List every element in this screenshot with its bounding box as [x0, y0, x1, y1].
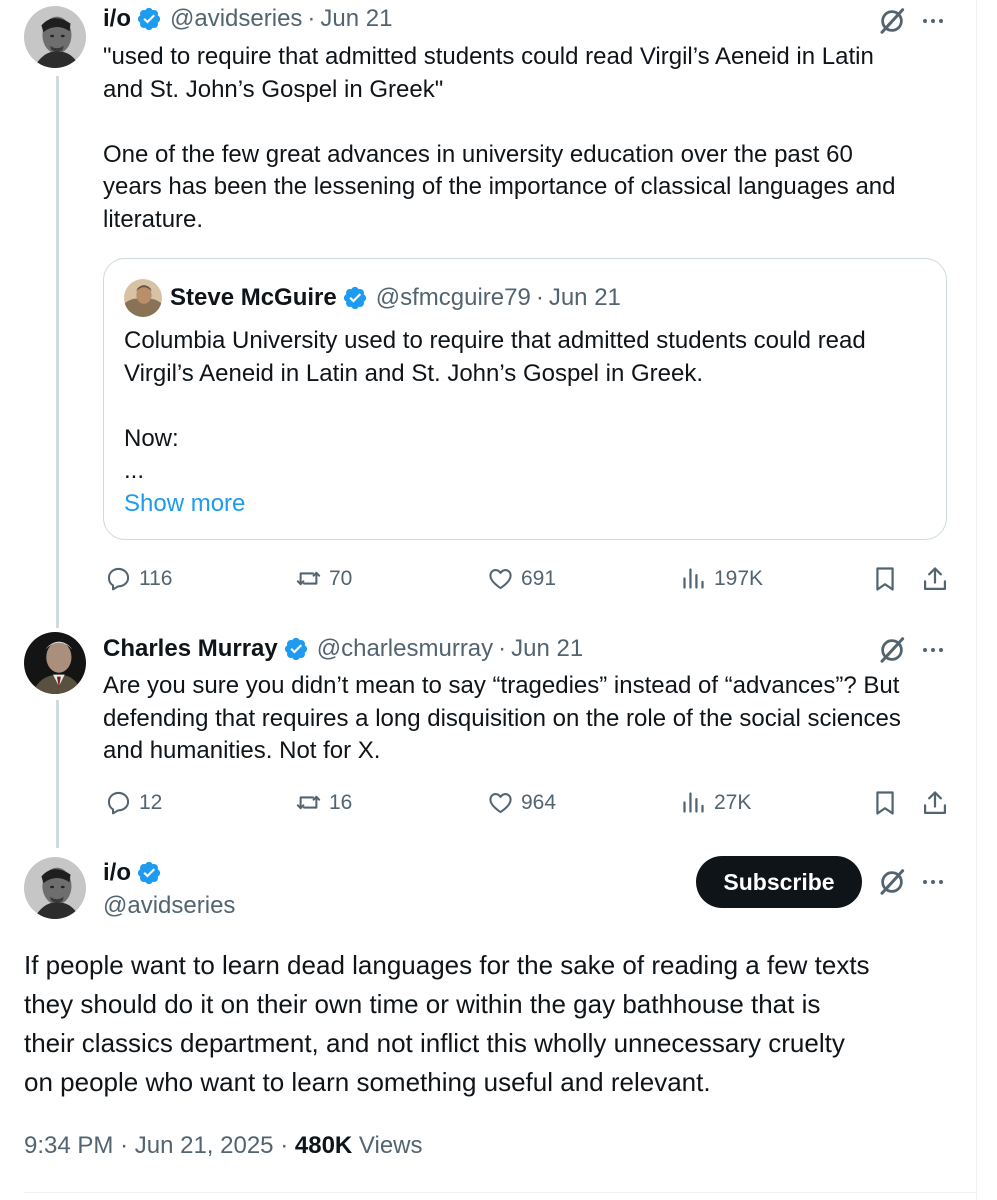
separator: ·	[307, 5, 316, 32]
tweet-text: "used to require that admitted students …	[103, 43, 896, 233]
like-count: 691	[521, 566, 557, 590]
verified-badge-icon	[283, 636, 309, 662]
like-icon	[487, 789, 514, 816]
views-button[interactable]: 197K	[680, 565, 763, 592]
more-icon[interactable]	[918, 867, 948, 897]
views-count: 480K	[294, 1132, 353, 1159]
reply-button[interactable]: 12	[105, 789, 162, 816]
separator: ·	[280, 1132, 289, 1159]
tweet-text: Are you sure you didn’t mean to say “tra…	[103, 672, 901, 764]
quote-header: Steve McGuire @sfmcguire79 · Jun 21	[170, 283, 621, 313]
tweet-meta: 9:34 PM · Jun 21, 2025 · 480K Views	[24, 1128, 423, 1164]
tweet-date[interactable]: Jun 21	[320, 4, 392, 34]
separator: ·	[120, 1132, 129, 1159]
share-button[interactable]	[920, 788, 950, 818]
views-label: Views	[358, 1132, 423, 1159]
share-button[interactable]	[920, 564, 950, 594]
divider	[24, 1192, 976, 1193]
grok-icon[interactable]	[876, 634, 908, 666]
repost-button[interactable]: 16	[295, 789, 352, 816]
share-icon	[921, 565, 949, 593]
more-icon[interactable]	[918, 635, 948, 665]
bookmark-button[interactable]	[870, 564, 900, 594]
repost-button[interactable]: 70	[295, 565, 352, 592]
display-name[interactable]: Charles Murray	[103, 634, 278, 664]
user-handle[interactable]: @avidseries	[170, 4, 302, 34]
avatar[interactable]	[24, 6, 86, 68]
display-name[interactable]: i/o	[103, 858, 131, 888]
separator: ·	[535, 284, 544, 311]
quote-text: Columbia University used to require that…	[124, 327, 866, 484]
reply-icon	[105, 565, 132, 592]
repost-count: 16	[329, 790, 353, 814]
tweet-time[interactable]: 9:34 PM	[24, 1132, 113, 1159]
views-button[interactable]: 27K	[680, 789, 751, 816]
verified-badge-icon	[136, 860, 162, 886]
tweet-header: i/o @avidseries · Jun 21	[103, 4, 392, 34]
bookmark-button[interactable]	[870, 788, 900, 818]
bookmark-icon	[871, 789, 899, 817]
like-button[interactable]: 691	[487, 565, 556, 592]
quote-display-name[interactable]: Steve McGuire	[170, 283, 337, 313]
tweet-full-date[interactable]: Jun 21, 2025	[135, 1132, 274, 1159]
views-icon	[680, 565, 707, 592]
like-count: 964	[521, 790, 557, 814]
views-count: 27K	[714, 790, 752, 814]
thread-connector	[56, 700, 59, 848]
repost-icon	[295, 565, 322, 592]
quote-handle[interactable]: @sfmcguire79	[376, 283, 531, 313]
column-divider	[976, 0, 977, 1200]
reply-count: 116	[139, 566, 173, 590]
avatar[interactable]	[24, 632, 86, 694]
verified-badge-icon	[342, 285, 368, 311]
grok-icon[interactable]	[876, 5, 908, 37]
like-icon	[487, 565, 514, 592]
user-handle[interactable]: @charlesmurray	[317, 634, 493, 664]
repost-count: 70	[329, 566, 353, 590]
display-name[interactable]: i/o	[103, 4, 131, 34]
quote-avatar	[124, 279, 162, 317]
reply-count: 12	[139, 790, 163, 814]
views-icon	[680, 789, 707, 816]
verified-badge-icon	[136, 6, 162, 32]
separator: ·	[498, 635, 507, 662]
quote-date[interactable]: Jun 21	[549, 283, 621, 313]
views-count: 197K	[714, 566, 764, 590]
thread-connector	[56, 76, 59, 628]
avatar[interactable]	[24, 857, 86, 919]
reply-button[interactable]: 116	[105, 565, 172, 592]
grok-icon[interactable]	[876, 866, 908, 898]
more-icon[interactable]	[918, 6, 948, 36]
tweet-text: If people want to learn dead languages f…	[24, 950, 870, 1097]
user-handle[interactable]: @avidseries	[103, 891, 235, 921]
show-more-link[interactable]: Show more	[124, 488, 245, 521]
repost-icon	[295, 789, 322, 816]
tweet-date[interactable]: Jun 21	[511, 634, 583, 664]
tweet-header: Charles Murray @charlesmurray · Jun 21	[103, 634, 583, 664]
subscribe-button[interactable]: Subscribe	[696, 856, 862, 908]
share-icon	[921, 789, 949, 817]
bookmark-icon	[871, 565, 899, 593]
reply-icon	[105, 789, 132, 816]
tweet-header: i/o	[103, 858, 162, 888]
like-button[interactable]: 964	[487, 789, 556, 816]
